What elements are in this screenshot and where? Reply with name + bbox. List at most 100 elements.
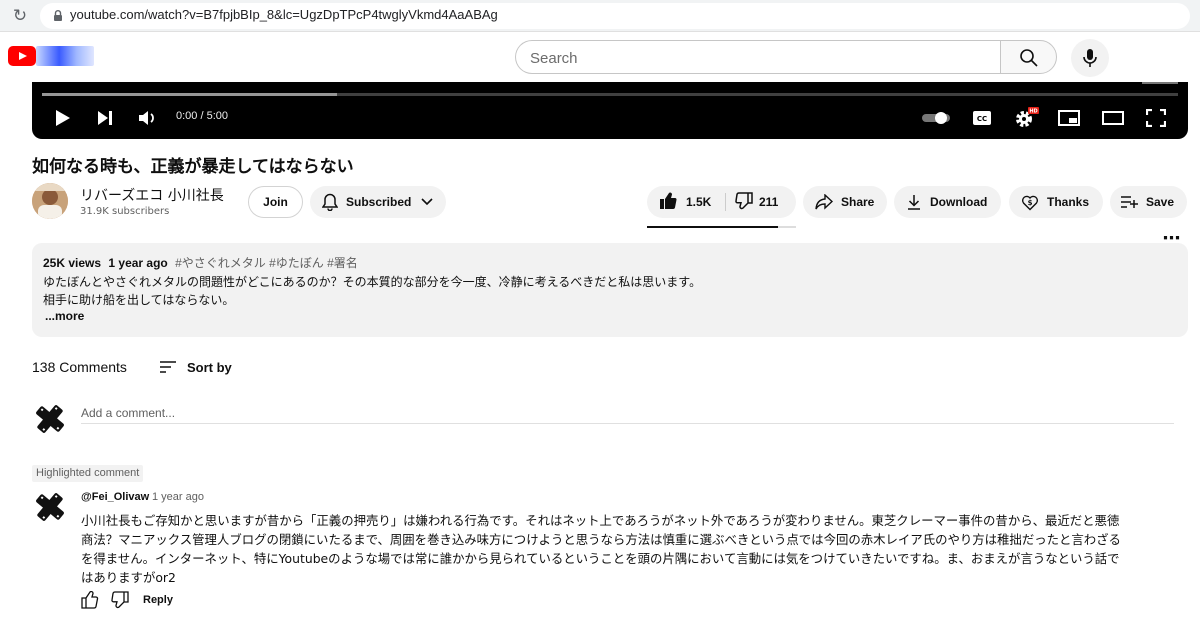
subscribed-button[interactable]: Subscribed <box>310 186 446 218</box>
time-display: 0:00 / 5:00 <box>176 110 228 122</box>
thumbs-down-icon <box>735 191 753 213</box>
fullscreen-icon <box>1146 109 1166 127</box>
commenter-avatar-icon[interactable] <box>33 490 67 524</box>
playlist-add-icon <box>1120 195 1138 209</box>
miniplayer-icon <box>1058 110 1080 126</box>
share-button[interactable]: Share <box>803 186 887 218</box>
like-separator <box>725 193 726 211</box>
youtube-brand-image[interactable] <box>36 46 94 66</box>
volume-icon <box>139 111 154 125</box>
save-label: Save <box>1146 195 1175 209</box>
description-line: 相手に助け船を出してはならない。 <box>43 293 235 307</box>
settings-button[interactable]: HD <box>1012 106 1040 130</box>
lock-icon <box>54 10 62 21</box>
reload-icon[interactable]: ↻ <box>10 6 30 26</box>
share-label: Share <box>841 195 875 209</box>
url-field[interactable]: youtube.com/watch?v=B7fpjbBIp_8&lc=UgzDp… <box>40 3 1190 29</box>
dislike-count: 211 <box>759 195 779 209</box>
download-icon <box>906 194 922 210</box>
progress-buffered <box>42 93 338 96</box>
youtube-logo-icon[interactable] <box>8 46 36 66</box>
svg-text:$: $ <box>1028 199 1033 207</box>
share-icon <box>815 194 833 210</box>
comment-dislike-button[interactable] <box>111 591 129 609</box>
browser-address-bar: ↻ youtube.com/watch?v=B7fpjbBIp_8&lc=Ugz… <box>0 0 1200 32</box>
comment-author[interactable]: @Fei_Olivaw <box>81 491 149 503</box>
next-button[interactable] <box>94 106 116 130</box>
svg-text:HD: HD <box>1029 109 1037 115</box>
subscribed-label: Subscribed <box>346 195 412 209</box>
sort-by-button[interactable]: Sort by <box>159 357 232 377</box>
join-label: Join <box>263 195 288 209</box>
like-ratio-bar <box>647 226 796 228</box>
comment-line: はありますがor2 <box>81 570 176 585</box>
thanks-button[interactable]: $ Thanks <box>1009 186 1103 218</box>
user-avatar-icon <box>36 405 64 433</box>
upload-age: 1 year ago <box>108 256 168 270</box>
view-count: 25K views <box>43 256 102 270</box>
description-line: ゆたぼんとやさぐれメタルの問題性がどこにあるのか？その本質的な部分を今一度、冷静… <box>43 275 702 289</box>
search-button[interactable] <box>1000 40 1057 74</box>
play-icon <box>56 110 70 126</box>
comment-time[interactable]: 1 year ago <box>152 491 204 503</box>
chevron-down-icon <box>421 195 433 209</box>
join-button[interactable]: Join <box>248 186 303 218</box>
fullscreen-button[interactable] <box>1144 106 1168 130</box>
search-input[interactable] <box>530 47 990 69</box>
super-thanks-icon: $ <box>1021 193 1039 211</box>
like-ratio-fill <box>647 226 779 228</box>
download-label: Download <box>930 195 988 209</box>
sort-icon <box>160 361 176 373</box>
channel-avatar[interactable] <box>32 183 68 219</box>
thumbs-down-icon <box>111 591 129 609</box>
thanks-label: Thanks <box>1047 195 1090 209</box>
theater-mode-button[interactable] <box>1100 106 1126 130</box>
like-dislike-group: 1.5K 211 <box>647 186 796 218</box>
highlighted-comment-badge: Highlighted comment <box>32 465 144 482</box>
like-count: 1.5K <box>686 195 712 209</box>
bell-icon <box>322 193 338 211</box>
description-more-link[interactable]: ...more <box>45 309 84 323</box>
url-text: youtube.com/watch?v=B7fpjbBIp_8&lc=UgzDp… <box>70 7 498 22</box>
comment-like-button[interactable] <box>81 591 99 609</box>
channel-avatar-image <box>32 183 68 219</box>
save-button[interactable]: Save <box>1110 186 1187 218</box>
play-button[interactable] <box>52 106 74 130</box>
video-title: 如何なる時も、正義が暴走してはならない <box>32 157 354 177</box>
comment-reply-button[interactable]: Reply <box>143 594 173 606</box>
download-button[interactable]: Download <box>894 186 1001 218</box>
microphone-icon <box>1083 49 1097 67</box>
next-icon <box>98 111 112 125</box>
video-player[interactable]: 0:00 / 5:00 CC HD <box>32 82 1188 139</box>
sort-by-label: Sort by <box>187 359 232 375</box>
description-tags[interactable]: #やさぐれメタル #ゆたぼん #署名 <box>175 256 358 270</box>
description-meta: 25K views 1 year ago #やさぐれメタル #ゆたぼん #署名 <box>43 254 358 271</box>
comment-line: を得ません。インターネット、特にYoutubeのような場では常に誰かから見られて… <box>81 551 1120 566</box>
channel-name[interactable]: リバーズエコ 小川社長 <box>80 185 224 205</box>
comment-actions: Reply <box>81 590 173 610</box>
autoplay-toggle[interactable] <box>920 106 952 130</box>
search-box <box>515 40 1001 74</box>
autoplay-icon <box>922 112 950 124</box>
player-edge <box>1142 82 1178 84</box>
voice-search-button[interactable] <box>1071 39 1109 77</box>
search-icon <box>1020 49 1038 67</box>
miniplayer-button[interactable] <box>1056 106 1082 130</box>
thumbs-up-icon <box>659 192 677 213</box>
theater-icon <box>1102 111 1124 125</box>
add-comment-input[interactable] <box>81 402 1174 424</box>
comment-line: 商法？マニアックス管理人ブログの閉鎖にいたるまで、周囲を巻き込み味方につけようと… <box>81 532 1121 547</box>
description-box[interactable]: 25K views 1 year ago #やさぐれメタル #ゆたぼん #署名 … <box>32 243 1188 337</box>
comment-body: 小川社長もご存知かと思いますが昔から「正義の押売り」は嫌われる行為です。それはネ… <box>81 511 1151 587</box>
like-button[interactable]: 1.5K <box>659 186 711 218</box>
captions-button[interactable]: CC <box>970 106 994 130</box>
comments-count: 138 Comments <box>32 359 127 375</box>
dislike-button[interactable]: 211 <box>735 186 778 218</box>
subscriber-count: 31.9K subscribers <box>80 206 170 217</box>
svg-text:CC: CC <box>977 115 987 123</box>
comment-line: 小川社長もご存知かと思いますが昔から「正義の押売り」は嫌われる行為です。それはネ… <box>81 513 1120 528</box>
thumbs-up-icon <box>81 591 99 609</box>
progress-bar[interactable] <box>42 93 1178 96</box>
captions-icon: CC <box>973 111 991 125</box>
mute-button[interactable] <box>136 106 160 130</box>
